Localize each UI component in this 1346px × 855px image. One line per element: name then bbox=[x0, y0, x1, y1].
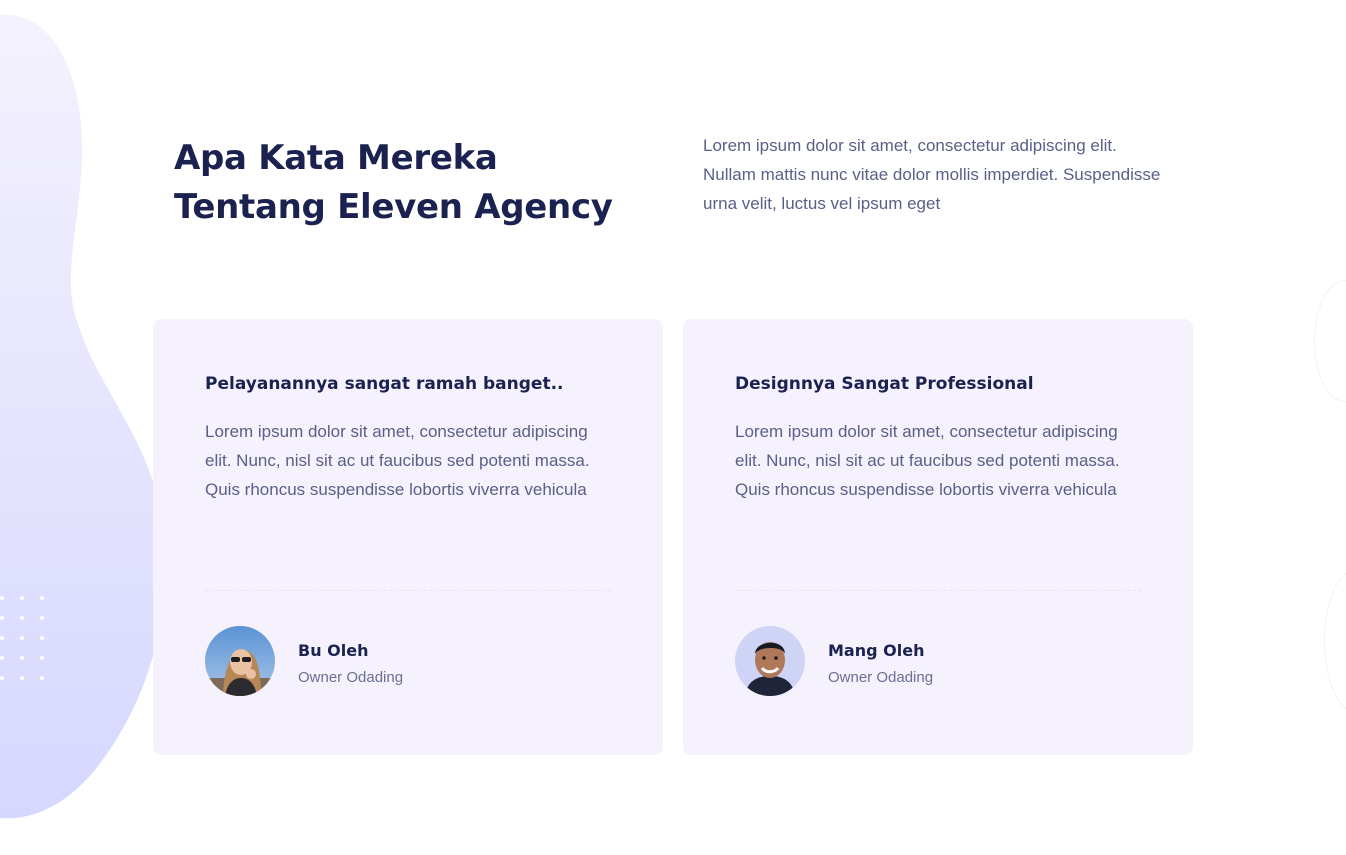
testimonial-text: Lorem ipsum dolor sit amet, consectetur … bbox=[205, 422, 590, 499]
decorative-outline-shape bbox=[1314, 280, 1346, 402]
man-avatar-icon bbox=[735, 626, 805, 696]
heading-line-1: Apa Kata Mereka bbox=[174, 138, 498, 178]
testimonial-title: Designnya Sangat Professional bbox=[735, 374, 1034, 394]
testimonial-card: Pelayanannya sangat ramah banget.. Lorem… bbox=[153, 319, 663, 755]
decorative-outline-shape bbox=[1324, 570, 1346, 712]
author-role: Owner Odading bbox=[828, 669, 934, 686]
heading-line-2: Tentang Eleven Agency bbox=[174, 187, 613, 227]
author-name: Bu Oleh bbox=[298, 641, 369, 660]
woman-avatar-icon bbox=[205, 626, 275, 696]
avatar bbox=[735, 626, 805, 696]
decorative-dot-grid bbox=[0, 596, 44, 680]
testimonial-card: Designnya Sangat Professional Lorem ipsu… bbox=[683, 319, 1193, 755]
section-intro-text: Lorem ipsum dolor sit amet, consectetur … bbox=[703, 136, 1161, 213]
testimonial-title: Pelayanannya sangat ramah banget.. bbox=[205, 374, 564, 394]
card-divider bbox=[205, 590, 611, 591]
avatar bbox=[205, 626, 275, 696]
author-role: Owner Odading bbox=[298, 669, 404, 686]
section-heading: Apa Kata Mereka Tentang Eleven Agency bbox=[174, 134, 654, 232]
testimonial-text: Lorem ipsum dolor sit amet, consectetur … bbox=[735, 422, 1120, 499]
author-name: Mang Oleh bbox=[828, 641, 925, 660]
card-divider bbox=[735, 590, 1141, 591]
testimonial-section: Apa Kata Mereka Tentang Eleven Agency Lo… bbox=[0, 0, 1346, 855]
